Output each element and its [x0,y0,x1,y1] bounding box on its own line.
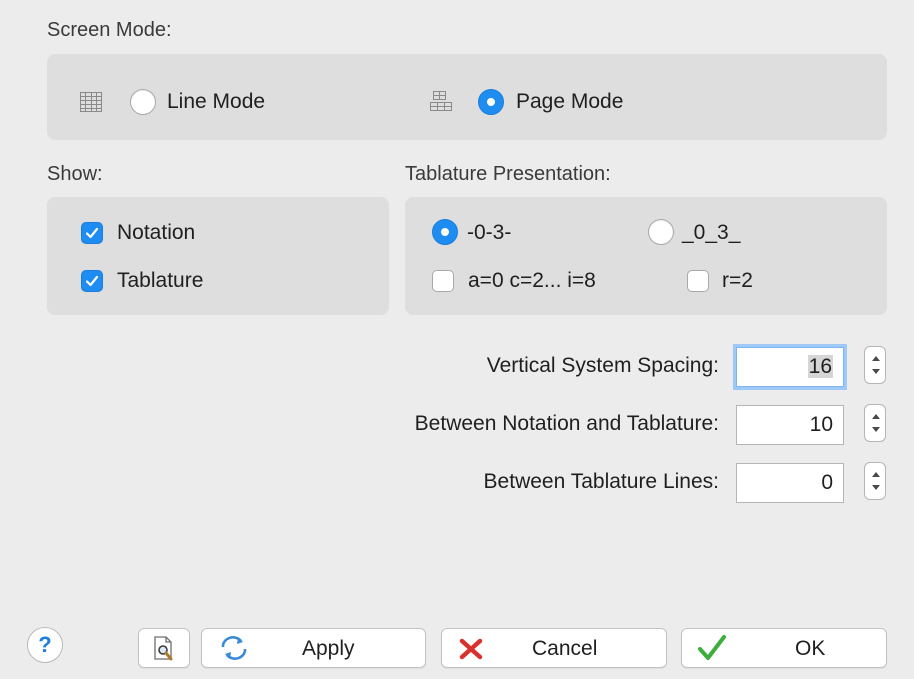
vertical-system-spacing-value: 16 [807,355,833,378]
notation-checkbox[interactable] [81,222,103,244]
apply-label: Apply [302,637,355,660]
tab-dash-style-label[interactable]: -0-3- [467,221,511,245]
refresh-icon [221,636,247,660]
line-mode-label[interactable]: Line Mode [167,90,265,114]
tab-dash-style-radio[interactable] [432,219,458,245]
tablature-lines-spacing-stepper[interactable] [864,462,886,500]
line-mode-grid-icon [80,92,102,112]
close-icon [459,638,483,660]
show-group: Notation Tablature [47,197,389,315]
tab-underscore-style-radio[interactable] [648,219,674,245]
tablature-presentation-label: Tablature Presentation: [405,163,611,185]
notation-tablature-spacing-stepper[interactable] [864,404,886,442]
vertical-system-spacing-label: Vertical System Spacing: [486,354,719,377]
tablature-lines-spacing-input[interactable]: 0 [736,463,844,503]
stepper-down-icon[interactable] [872,427,880,432]
notation-tablature-spacing-label: Between Notation and Tablature: [414,412,719,435]
notation-tablature-spacing-input[interactable]: 10 [736,405,844,445]
letter-frets-label[interactable]: a=0 c=2... i=8 [468,269,596,293]
tablature-presentation-group: -0-3- _0_3_ a=0 c=2... i=8 r=2 [405,197,887,315]
r2-label[interactable]: r=2 [722,269,753,293]
tablature-lines-spacing-label: Between Tablature Lines: [483,470,719,493]
vertical-system-spacing-stepper[interactable] [864,346,886,384]
page-mode-label[interactable]: Page Mode [516,90,623,114]
page-mode-grid-icon [430,91,452,111]
score-view-options-dialog: Screen Mode: Line Mode Page Mode Show: N… [0,0,914,679]
help-button[interactable]: ? [27,627,63,663]
checkmark-icon [85,227,99,239]
cancel-label: Cancel [532,637,598,660]
show-label: Show: [47,163,103,185]
print-preview-icon [154,636,173,661]
stepper-up-icon[interactable] [872,356,880,361]
checkmark-icon [698,635,726,660]
screen-mode-group: Line Mode Page Mode [47,54,887,140]
stepper-down-icon[interactable] [872,369,880,374]
letter-frets-checkbox[interactable] [432,270,454,292]
stepper-down-icon[interactable] [872,485,880,490]
print-preview-button[interactable] [138,628,190,668]
stepper-up-icon[interactable] [872,414,880,419]
tablature-checkbox[interactable] [81,270,103,292]
line-mode-radio[interactable] [130,89,156,115]
ok-label: OK [795,637,826,660]
r2-checkbox[interactable] [687,270,709,292]
stepper-up-icon[interactable] [872,472,880,477]
tablature-label[interactable]: Tablature [117,269,203,293]
checkmark-icon [85,275,99,287]
notation-label[interactable]: Notation [117,221,195,245]
tab-underscore-style-label[interactable]: _0_3_ [682,221,740,245]
ok-button[interactable]: OK [681,628,887,668]
page-mode-radio[interactable] [478,89,504,115]
apply-button[interactable]: Apply [201,628,426,668]
vertical-system-spacing-input[interactable]: 16 [736,347,844,387]
screen-mode-label: Screen Mode: [47,19,172,41]
cancel-button[interactable]: Cancel [441,628,667,668]
